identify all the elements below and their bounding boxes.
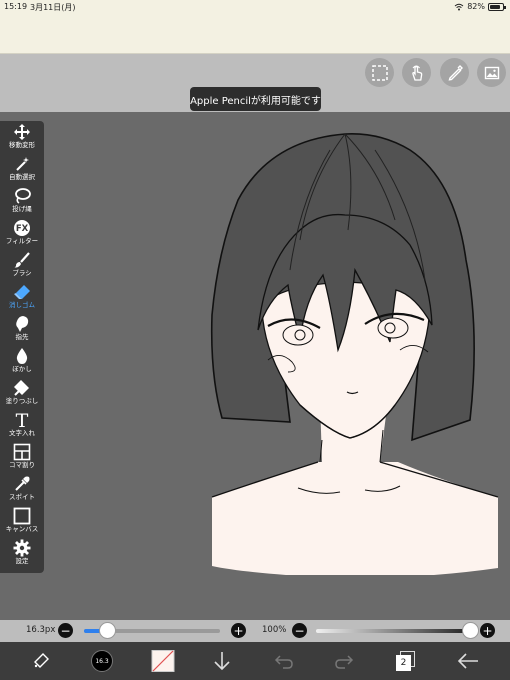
opacity-value: 100%	[262, 625, 287, 635]
canvas-icon	[12, 507, 32, 525]
color-swatch-icon	[151, 650, 175, 672]
selection-button[interactable]	[365, 58, 394, 87]
tool-label: フィルター	[5, 237, 39, 245]
tool-label: ぼかし	[12, 365, 32, 373]
tool-brush[interactable]: ブラシ	[0, 251, 44, 283]
frame-divide-icon	[12, 443, 32, 461]
status-bar: 15:19 3月11日(月) 82%	[0, 0, 510, 14]
tool-text[interactable]: T 文字入れ	[0, 411, 44, 443]
redo-button[interactable]	[333, 650, 355, 672]
magic-wand-icon	[12, 155, 32, 173]
tool-label: 投げ縄	[12, 205, 32, 213]
stabilizer-button[interactable]	[30, 650, 52, 672]
arrow-left-icon	[457, 653, 478, 669]
brush-size-button[interactable]: 16.3	[89, 650, 115, 672]
tool-move[interactable]: 移動変形	[0, 123, 44, 155]
tool-fill[interactable]: 塗りつぶし	[0, 379, 44, 411]
opacity-track[interactable]	[316, 629, 470, 633]
move-icon	[12, 123, 32, 141]
lasso-icon	[12, 187, 32, 205]
tool-frame-divide[interactable]: コマ割り	[0, 443, 44, 475]
wifi-icon	[454, 3, 464, 10]
eyedropper-icon	[12, 475, 32, 493]
tool-canvas[interactable]: キャンバス	[0, 507, 44, 539]
fill-icon	[12, 379, 32, 397]
layers-icon: 2	[396, 651, 416, 671]
status-right: 82%	[454, 2, 506, 11]
undo-button[interactable]	[273, 650, 295, 672]
opacity-minus-button[interactable]: −	[292, 623, 307, 638]
app-header	[0, 14, 510, 54]
tool-label: 文字入れ	[9, 429, 35, 437]
back-button[interactable]	[456, 650, 480, 672]
eraser-size-icon	[34, 653, 49, 668]
move-down-button[interactable]	[211, 650, 233, 672]
tool-label: 移動変形	[9, 141, 35, 149]
selection-icon	[371, 64, 388, 81]
arrow-down-icon	[214, 652, 230, 671]
fx-icon: FX	[12, 219, 32, 237]
touch-button[interactable]	[402, 58, 431, 87]
tool-label: スポイト	[9, 493, 35, 501]
tool-eyedropper[interactable]: スポイト	[0, 475, 44, 507]
brush-size-badge: 16.3	[91, 650, 113, 672]
right-eye	[377, 317, 409, 339]
finger-icon	[12, 315, 32, 333]
tool-label: 消しゴム	[9, 301, 35, 309]
tool-label: 設定	[15, 557, 29, 565]
tool-label: 指先	[15, 333, 29, 341]
battery-percent: 82%	[467, 2, 485, 11]
tool-label: ブラシ	[12, 269, 32, 277]
tool-label: 塗りつぶし	[5, 397, 39, 405]
redo-icon	[335, 655, 354, 669]
color-button[interactable]	[150, 650, 176, 672]
status-date: 3月11日(月)	[30, 3, 76, 12]
tool-palette: 移動変形 自動選択 投げ縄 FX フィルター ブラシ 消しゴム 指先 ぼかし 塗…	[0, 121, 44, 573]
brush-slider-bar: 16.3px − + 100% − +	[0, 620, 510, 642]
tool-settings[interactable]: 設定	[0, 539, 44, 571]
pencil-tooltip: Apple Pencilが利用可能です	[190, 87, 321, 111]
tool-filter[interactable]: FX フィルター	[0, 219, 44, 251]
opacity-plus-button[interactable]: +	[480, 623, 495, 638]
image-icon	[484, 66, 499, 79]
tool-label: コマ割り	[9, 461, 35, 469]
tool-lasso[interactable]: 投げ縄	[0, 187, 44, 219]
tool-label: 自動選択	[9, 173, 35, 181]
layer-count: 2	[396, 655, 411, 671]
brush-size-minus-button[interactable]: −	[58, 623, 73, 638]
pen-settings-button[interactable]	[440, 58, 469, 87]
brush-icon	[12, 251, 32, 269]
tool-auto-select[interactable]: 自動選択	[0, 155, 44, 187]
tool-eraser[interactable]: 消しゴム	[0, 283, 44, 315]
hand-touch-icon	[411, 65, 422, 81]
text-icon: T	[12, 411, 32, 429]
shoulders	[212, 462, 498, 575]
material-button[interactable]	[477, 58, 506, 87]
status-time: 15:19	[4, 2, 28, 11]
brush-size-slider-knob[interactable]	[99, 622, 117, 639]
pen-icon	[448, 64, 463, 81]
eraser-icon	[12, 283, 32, 301]
tool-label: キャンバス	[5, 525, 39, 533]
undo-icon	[274, 655, 293, 669]
gear-icon	[12, 539, 32, 557]
tool-blur[interactable]: ぼかし	[0, 347, 44, 379]
blur-drop-icon	[12, 347, 32, 365]
battery-icon	[488, 2, 506, 11]
left-eye	[282, 324, 314, 346]
bottom-toolbar: 16.3 2	[0, 642, 510, 680]
layers-button[interactable]: 2	[394, 650, 418, 672]
brush-size-plus-button[interactable]: +	[231, 623, 246, 638]
drawing-canvas[interactable]	[200, 130, 510, 575]
brush-size-value: 16.3px	[26, 625, 56, 635]
opacity-slider-knob[interactable]	[462, 622, 479, 639]
tool-finger[interactable]: 指先	[0, 315, 44, 347]
svg-text:T: T	[16, 411, 29, 429]
svg-text:FX: FX	[16, 224, 29, 234]
